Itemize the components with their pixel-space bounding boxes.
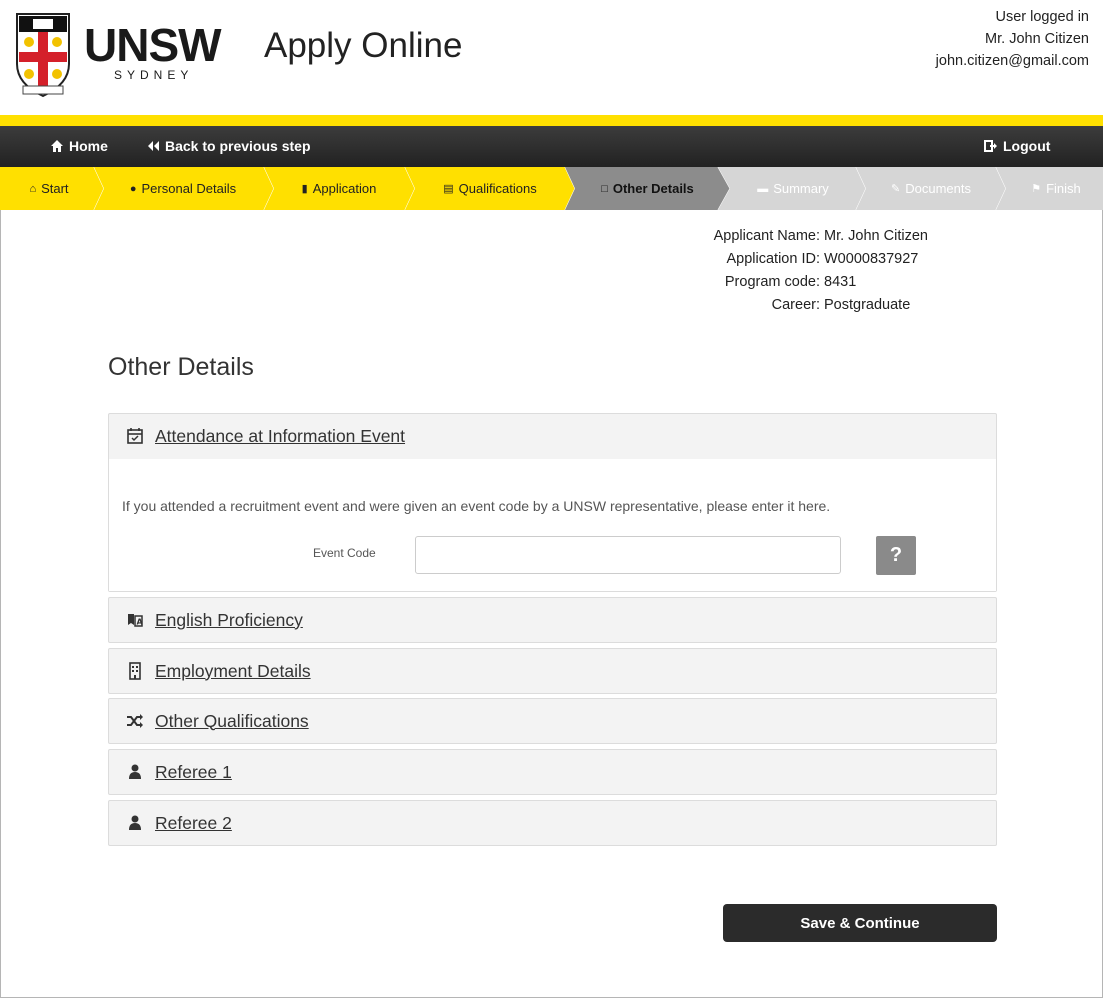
unsw-wordmark: UNSW <box>84 19 222 71</box>
paperclip-icon: ✎ <box>891 183 901 195</box>
user-icon <box>125 762 145 782</box>
home-link[interactable]: Home <box>50 138 108 154</box>
event-code-label: Event Code <box>313 546 376 560</box>
application-id: W0000837927 <box>824 251 919 267</box>
help-button[interactable]: ? <box>876 536 916 575</box>
program-code: 8431 <box>824 274 857 290</box>
user-icon: ● <box>129 182 137 195</box>
event-code-input[interactable] <box>415 536 841 574</box>
logout-link[interactable]: Logout <box>984 138 1050 154</box>
logout-link-label: Logout <box>1003 138 1051 154</box>
user-name: Mr. John Citizen <box>985 31 1089 47</box>
calendar-check-icon <box>125 426 145 446</box>
section-referee-1-title[interactable]: Referee 1 <box>155 762 232 783</box>
section-attendance-header[interactable]: Attendance at Information Event <box>109 414 996 458</box>
unsw-crest-logo <box>16 13 70 98</box>
application-id-label: Application ID: <box>726 251 821 267</box>
file-icon: □ <box>601 182 608 195</box>
app-title: Apply Online <box>264 26 463 65</box>
flag-icon: ⚑ <box>1031 183 1042 195</box>
section-other-qualifications-title[interactable]: Other Qualifications <box>155 711 309 732</box>
accent-bar <box>0 115 1103 126</box>
section-referee-2: Referee 2 <box>108 800 997 846</box>
double-chevron-left-icon <box>148 141 159 151</box>
unsw-sydney-text: SYDNEY <box>114 68 194 82</box>
section-english-proficiency: A English Proficiency <box>108 597 997 643</box>
step-label: Finish <box>1046 181 1081 196</box>
progress-steps: ⌂ Start ● Personal Details ▮ Application… <box>0 167 1103 210</box>
back-link-label: Back to previous step <box>165 138 311 154</box>
step-label: Summary <box>773 181 829 196</box>
building-icon <box>125 661 145 681</box>
step-start[interactable]: ⌂ Start <box>14 167 84 210</box>
event-description: If you attended a recruitment event and … <box>122 498 831 514</box>
section-employment-details-title[interactable]: Employment Details <box>155 661 311 682</box>
save-continue-button[interactable]: Save & Continue <box>723 904 997 942</box>
step-summary[interactable]: ▬ Summary <box>734 167 852 210</box>
section-referee-2-title[interactable]: Referee 2 <box>155 813 232 834</box>
step-other-details[interactable]: □ Other Details <box>580 167 715 210</box>
shuffle-icon <box>125 711 145 731</box>
section-english-proficiency-title[interactable]: English Proficiency <box>155 610 303 631</box>
list-icon: ▬ <box>757 182 769 195</box>
language-icon: A <box>125 610 145 630</box>
step-label: Start <box>41 181 69 196</box>
step-personal-details[interactable]: ● Personal Details <box>108 167 258 210</box>
program-code-label: Program code: <box>724 274 820 290</box>
home-link-label: Home <box>69 138 108 154</box>
top-nav: Home Back to previous step Logout <box>0 126 1103 167</box>
header: UNSW SYDNEY Apply Online User logged in … <box>0 0 1103 115</box>
book-icon: ▮ <box>301 183 308 195</box>
section-attendance-title[interactable]: Attendance at Information Event <box>155 426 405 447</box>
step-label: Personal Details <box>141 181 237 196</box>
section-other-qualifications-header[interactable]: Other Qualifications <box>109 699 996 743</box>
user-info: User logged in Mr. John Citizen john.cit… <box>936 6 1089 72</box>
step-label: Documents <box>905 181 971 196</box>
section-referee-1-header[interactable]: Referee 1 <box>109 750 996 794</box>
step-finish[interactable]: ⚑ Finish <box>1012 167 1100 210</box>
section-referee-2-header[interactable]: Referee 2 <box>109 801 996 845</box>
applicant-name: Mr. John Citizen <box>824 228 928 244</box>
user-icon <box>125 813 145 833</box>
section-other-qualifications: Other Qualifications <box>108 698 997 744</box>
svg-text:A: A <box>137 618 144 627</box>
section-referee-1: Referee 1 <box>108 749 997 795</box>
step-label: Application <box>312 181 377 196</box>
section-attendance-body: If you attended a recruitment event and … <box>109 458 996 591</box>
home-icon: ⌂ <box>29 182 37 195</box>
applicant-info: Applicant Name: Mr. John Citizen Applicat… <box>700 225 928 317</box>
section-employment-details: Employment Details <box>108 648 997 694</box>
step-label: Qualifications <box>458 181 537 196</box>
home-icon <box>51 140 63 152</box>
user-logged-in-label: User logged in <box>995 9 1090 25</box>
step-application[interactable]: ▮ Application <box>280 167 398 210</box>
section-english-proficiency-header[interactable]: A English Proficiency <box>109 598 996 642</box>
step-label: Other Details <box>612 181 694 196</box>
page-title: Other Details <box>108 353 254 381</box>
step-qualifications[interactable]: ▤ Qualifications <box>420 167 560 210</box>
applicant-name-label: Applicant Name: <box>713 228 820 244</box>
logout-icon <box>984 140 997 152</box>
career-label: Career: <box>771 297 820 313</box>
section-employment-details-header[interactable]: Employment Details <box>109 649 996 693</box>
back-link[interactable]: Back to previous step <box>146 138 311 154</box>
user-email: john.citizen@gmail.com <box>935 53 1089 69</box>
step-documents[interactable]: ✎ Documents <box>870 167 992 210</box>
institution-icon: ▤ <box>443 183 454 195</box>
career: Postgraduate <box>824 297 911 313</box>
section-attendance: Attendance at Information Event If you a… <box>108 413 997 592</box>
